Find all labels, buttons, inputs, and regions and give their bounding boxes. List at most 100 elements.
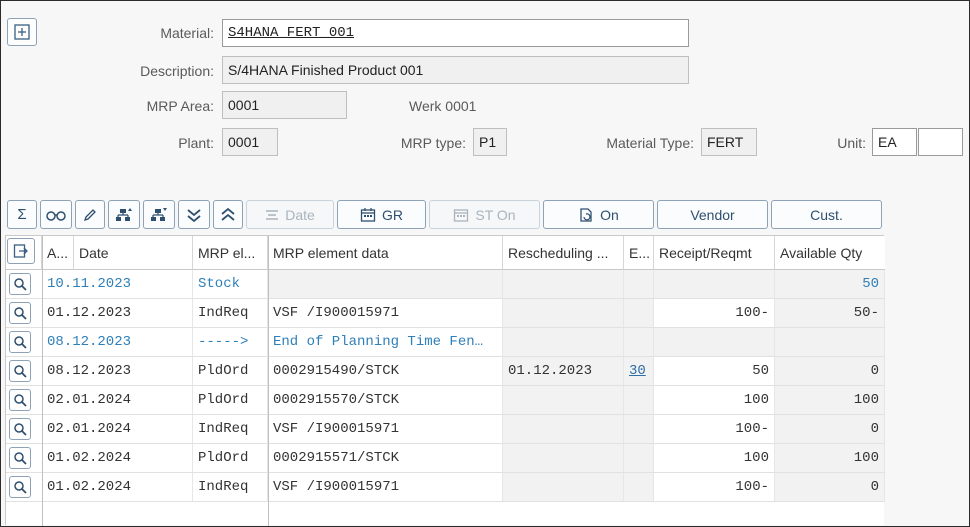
row-detail-button[interactable]	[9, 418, 31, 440]
material-type-label: Material Type:	[606, 135, 694, 151]
cell-date: 02.01.2024	[42, 415, 193, 443]
cell-resched	[503, 415, 624, 443]
column-header-mrp-el[interactable]: MRP el...	[193, 236, 268, 270]
column-header-a[interactable]: A...	[42, 236, 74, 270]
mrp-area-field: 0001	[222, 91, 347, 119]
hierarchy-down-icon	[151, 207, 167, 221]
cell-receipt: 100	[654, 386, 775, 414]
column-header-e[interactable]: E...	[624, 236, 654, 270]
cell-resched: 01.12.2023	[503, 357, 624, 385]
cell-resched	[503, 444, 624, 472]
material-type-field: FERT	[701, 128, 757, 156]
unit-field[interactable]: EA	[872, 128, 917, 156]
row-detail-button[interactable]	[9, 302, 31, 324]
magnifier-icon	[14, 336, 27, 349]
magnifier-icon	[14, 452, 27, 465]
vendor-button[interactable]: Vendor	[657, 200, 768, 229]
edit-button[interactable]	[75, 200, 105, 229]
row-detail-button[interactable]	[9, 360, 31, 382]
cell-mrp-el: IndReq	[193, 473, 268, 501]
table-row[interactable]: 01.02.2024 IndReq VSF /I900015971 100- 0	[6, 473, 885, 502]
hierarchy-up-button[interactable]	[108, 200, 140, 229]
column-settings-button[interactable]	[7, 238, 35, 264]
date-button[interactable]: Date	[246, 200, 334, 229]
cell-date: 08.12.2023	[42, 357, 193, 385]
export-icon	[13, 244, 28, 258]
cell-mrp-el: ----->	[193, 328, 268, 356]
st-on-button[interactable]: ST On	[429, 200, 540, 229]
description-label: Description:	[140, 63, 214, 79]
cell-data: VSF /I900015971	[268, 473, 503, 501]
table-row[interactable]: 01.12.2023 IndReq VSF /I900015971 100- 50-	[6, 299, 885, 328]
cell-resched	[503, 328, 624, 356]
magnifier-icon	[14, 307, 27, 320]
row-detail-button[interactable]	[9, 331, 31, 353]
table-row[interactable]: 02.01.2024 IndReq VSF /I900015971 100- 0	[6, 415, 885, 444]
cell-receipt: 100	[654, 444, 775, 472]
row-detail-button[interactable]	[9, 273, 31, 295]
cell-data: 0002915490/STCK	[268, 357, 503, 385]
document-refresh-icon	[580, 207, 592, 222]
cell-mrp-el: PldOrd	[193, 357, 268, 385]
magnifier-icon	[14, 423, 27, 436]
material-field[interactable]: S4HANA_FERT_001	[222, 19, 689, 47]
sigma-icon: Σ	[17, 206, 27, 223]
cell-date: 10.11.2023	[42, 270, 193, 298]
cell-receipt	[654, 328, 775, 356]
grid-divider	[268, 236, 269, 526]
cell-available: 0	[775, 473, 885, 501]
cell-date: 01.02.2024	[42, 473, 193, 501]
mrp-type-field: P1	[473, 128, 507, 156]
gr-button[interactable]: GR	[337, 200, 426, 229]
table-row[interactable]: 01.02.2024 PldOrd 0002915571/STCK 100 100	[6, 444, 885, 473]
column-header-receipt-reqmt[interactable]: Receipt/Reqmt	[654, 236, 775, 270]
column-header-available-qty[interactable]: Available Qty	[775, 236, 885, 270]
cell-data: 0002915571/STCK	[268, 444, 503, 472]
cell-data: End of Planning Time Fen…	[268, 328, 503, 356]
mrp-area-label: MRP Area:	[146, 98, 214, 114]
mrp-list-grid: A... Date MRP el... MRP element data Res…	[5, 235, 885, 526]
expand-header-button[interactable]	[7, 18, 37, 46]
calendar-icon	[360, 207, 376, 222]
binoculars-icon	[46, 210, 66, 221]
cell-receipt: 100-	[654, 473, 775, 501]
cell-date: 01.12.2023	[42, 299, 193, 327]
find-button[interactable]	[40, 200, 72, 229]
cell-receipt	[654, 270, 775, 298]
sum-button[interactable]: Σ	[7, 200, 37, 229]
row-detail-button[interactable]	[9, 447, 31, 469]
row-detail-button[interactable]	[9, 389, 31, 411]
magnifier-icon	[14, 481, 27, 494]
gr-button-label: GR	[382, 206, 403, 223]
table-row[interactable]: 08.12.2023 PldOrd 0002915490/STCK 01.12.202…	[6, 357, 885, 386]
on-button-label: On	[600, 206, 619, 223]
grid-divider	[42, 236, 43, 526]
cell-e	[624, 328, 654, 356]
cell-resched	[503, 270, 624, 298]
magnifier-icon	[14, 365, 27, 378]
row-detail-button[interactable]	[9, 476, 31, 498]
table-row[interactable]: 02.01.2024 PldOrd 0002915570/STCK 100 100	[6, 386, 885, 415]
cell-available: 50-	[775, 299, 885, 327]
table-row[interactable]: 10.11.2023 Stock 50	[6, 270, 885, 299]
cell-e[interactable]: 30	[624, 357, 654, 385]
unit-extra-field[interactable]	[918, 128, 963, 156]
scroll-up-button[interactable]	[213, 200, 243, 229]
cell-data: VSF /I900015971	[268, 415, 503, 443]
hierarchy-up-icon	[116, 207, 132, 221]
cust-button-label: Cust.	[810, 206, 843, 223]
column-header-mrp-element-data[interactable]: MRP element data	[268, 236, 503, 270]
cust-button[interactable]: Cust.	[771, 200, 882, 229]
on-button[interactable]: On	[543, 200, 654, 229]
scroll-down-button[interactable]	[178, 200, 210, 229]
cell-receipt: 100-	[654, 299, 775, 327]
cell-data: VSF /I900015971	[268, 299, 503, 327]
cell-receipt: 100-	[654, 415, 775, 443]
cell-e	[624, 444, 654, 472]
hierarchy-down-button[interactable]	[143, 200, 175, 229]
column-header-rescheduling[interactable]: Rescheduling ...	[503, 236, 624, 270]
cell-resched	[503, 473, 624, 501]
column-header-date[interactable]: Date	[74, 236, 193, 270]
table-row[interactable]: 08.12.2023 -----> End of Planning Time Fen…	[6, 328, 885, 357]
double-chevron-up-icon	[221, 207, 235, 221]
